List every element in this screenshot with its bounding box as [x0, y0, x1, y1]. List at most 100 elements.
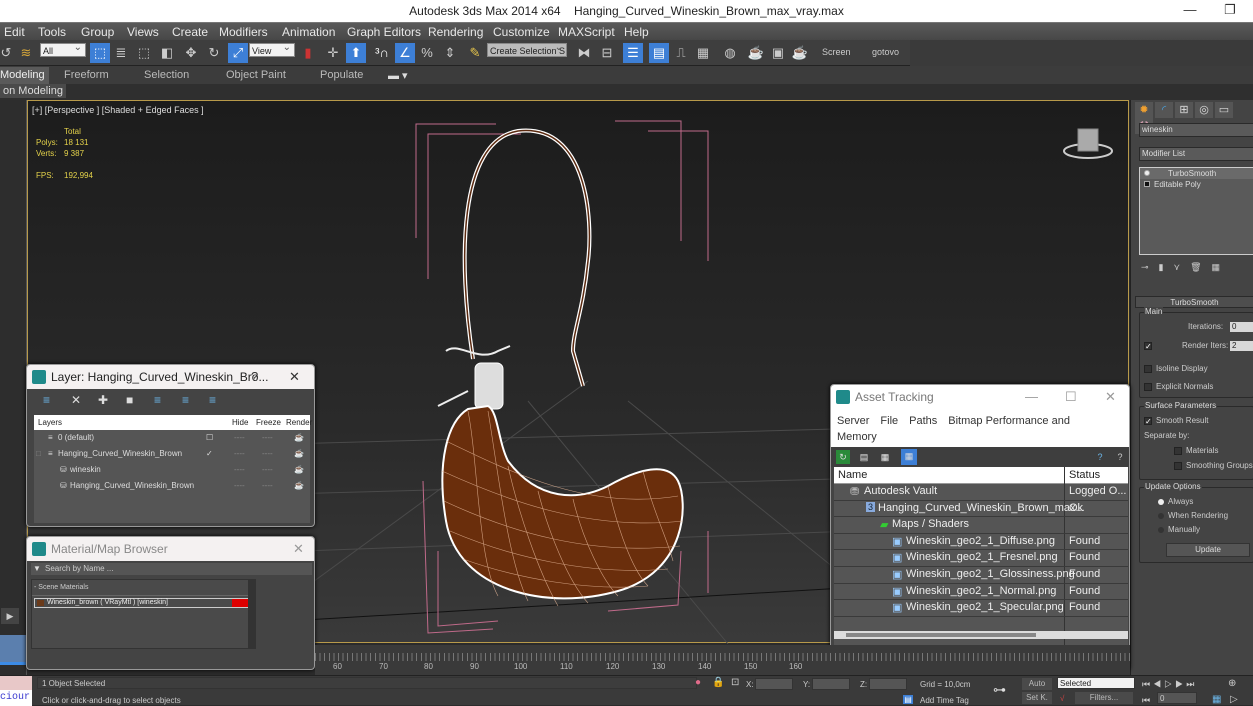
named-selection-dropdown[interactable]: Create Selection S — [487, 41, 567, 57]
display-tab-icon[interactable]: ▭ — [1215, 102, 1233, 118]
remove-modifier-icon[interactable]: 🗑 — [1190, 262, 1211, 272]
maximize-button[interactable]: ☐ — [1065, 385, 1077, 409]
freeze-toggle[interactable]: ---- — [262, 465, 273, 474]
freeze-toggle[interactable]: ---- — [262, 449, 273, 458]
restore-button[interactable]: ❐ — [1215, 2, 1245, 20]
key-mode-icon[interactable]: ⏮ — [1142, 695, 1150, 706]
absolute-mode-icon[interactable]: ⊡ — [731, 677, 739, 688]
goto-end-icon[interactable]: ⏭ — [1186, 679, 1197, 689]
render-teapot-icon[interactable]: ☕ — [294, 433, 304, 442]
table-view-icon[interactable]: ▦ — [901, 449, 917, 465]
update-button[interactable]: Update — [1166, 543, 1250, 557]
select-in-layer-icon[interactable]: ■ — [126, 393, 133, 407]
refresh-icon[interactable]: ↻ — [836, 450, 850, 464]
z-coord-field[interactable] — [869, 678, 907, 690]
scene-materials-section[interactable]: - Scene Materials — [32, 580, 253, 596]
hide-toggle[interactable]: ---- — [234, 433, 245, 442]
minimize-button[interactable]: — — [1175, 2, 1205, 20]
make-unique-icon[interactable]: ⋎ — [1174, 262, 1191, 272]
tab-object-paint[interactable]: Object Paint — [226, 69, 286, 81]
search-options-icon[interactable]: ▼ — [33, 564, 41, 573]
layer-row[interactable]: ≡ 0 (default) ☐ ---- ---- ☕ — [34, 430, 310, 446]
field-of-view-icon[interactable]: ▷ — [1230, 694, 1238, 705]
menu-customize[interactable]: Customize — [493, 25, 550, 39]
help-button[interactable]: ? — [251, 365, 258, 389]
asset-row[interactable]: ⛃ Autodesk Vault Logged O... — [834, 484, 1128, 501]
hierarchy-tab-icon[interactable]: ⊞ — [1175, 102, 1193, 118]
selection-filter-dropdown[interactable]: All — [40, 41, 86, 57]
render-teapot-icon[interactable]: ☕ — [294, 481, 304, 490]
close-button[interactable]: ✕ — [289, 365, 300, 389]
prev-frame-icon[interactable]: ◀ — [1153, 679, 1164, 689]
mirror-icon[interactable]: ⧓ — [574, 43, 594, 63]
asset-row[interactable]: ▣ Wineskin_geo2_1_Diffuse.png Found — [834, 534, 1128, 551]
menu-file[interactable]: File — [880, 415, 898, 427]
curve-editor-icon[interactable]: ⎍ — [671, 43, 691, 63]
tab-populate[interactable]: Populate — [320, 69, 363, 81]
layer-row[interactable]: ⛁ Hanging_Curved_Wineskin_Brown ---- ---- ☕ — [34, 478, 310, 494]
filters-button[interactable]: Filters... — [1075, 692, 1133, 704]
show-end-result-icon[interactable]: ▮ — [1159, 262, 1174, 272]
asset-row[interactable]: ▣ Wineskin_geo2_1_Specular.png Found — [834, 600, 1128, 617]
play-icon[interactable]: ▷ — [1164, 679, 1175, 689]
asset-horizontal-scrollbar[interactable] — [834, 631, 1128, 639]
maxscript-listener-top[interactable] — [0, 676, 32, 690]
bind-space-warp-icon[interactable]: ≋ — [16, 43, 36, 63]
menu-server[interactable]: Server — [837, 415, 869, 427]
asset-row[interactable]: ▣ Wineskin_geo2_1_Normal.png Found — [834, 584, 1128, 601]
stack-item-turbosmooth[interactable]: TurboSmooth — [1140, 168, 1253, 179]
timeline[interactable]: 60 70 80 90 100 110 120 130 140 150 160 — [315, 645, 1130, 675]
auto-key-button[interactable]: Auto — [1022, 678, 1052, 690]
select-object-icon[interactable]: ⬚ — [90, 43, 110, 63]
menu-rendering[interactable]: Rendering — [428, 25, 483, 39]
move-icon[interactable]: ✥ — [181, 43, 201, 63]
smoothing-groups-checkbox[interactable] — [1174, 462, 1182, 470]
asset-row[interactable]: ▣ Wineskin_geo2_1_Fresnel.png Found — [834, 550, 1128, 567]
hide-toggle[interactable]: ---- — [234, 465, 245, 474]
render-iters-spinner[interactable]: 2 — [1230, 341, 1253, 351]
align-icon[interactable]: ⊟ — [597, 43, 617, 63]
zoom-extents-icon[interactable]: ⊕ — [1228, 678, 1236, 689]
explicit-normals-checkbox[interactable] — [1144, 383, 1152, 391]
hide-toggle[interactable]: ---- — [234, 481, 245, 490]
scale-icon[interactable]: ⤢ — [228, 43, 248, 63]
freeze-toggle[interactable]: ---- — [262, 433, 273, 442]
rect-selection-icon[interactable]: ⬚ — [134, 43, 154, 63]
asset-row[interactable]: 3 Hanging_Curved_Wineskin_Brown_max... Ok — [834, 501, 1128, 518]
close-button[interactable]: ✕ — [293, 537, 304, 561]
col-name[interactable]: Name — [838, 469, 867, 481]
pivot-center-icon[interactable]: ▮ — [298, 43, 318, 63]
tab-selection[interactable]: Selection — [144, 69, 189, 81]
modifier-list-dropdown[interactable]: Modifier List — [1139, 147, 1253, 161]
iterations-spinner[interactable]: 0 — [1230, 322, 1253, 332]
menu-views[interactable]: Views — [127, 25, 159, 39]
col-freeze[interactable]: Freeze — [256, 418, 281, 427]
render-teapot-icon[interactable]: ☕ — [294, 449, 304, 458]
reference-coord-dropdown[interactable]: View — [249, 41, 295, 57]
select-manipulate-icon[interactable]: ✛ — [323, 43, 343, 63]
col-status[interactable]: Status — [1069, 469, 1100, 481]
goto-start-icon[interactable]: ⏮ — [1142, 679, 1153, 689]
time-tag-icon[interactable]: ▤ — [903, 695, 913, 704]
layer-row[interactable]: □ ≡ Hanging_Curved_Wineskin_Brown ✓ ---- --… — [34, 446, 310, 462]
expand-arrow-icon[interactable]: ▶ — [1, 608, 19, 624]
vault-help-icon[interactable]: ? — [1113, 450, 1127, 464]
menu-group[interactable]: Group — [81, 25, 114, 39]
material-item[interactable]: Wineskin_brown ( VRayMtl ) [wineskin] — [34, 598, 251, 608]
stack-item-editable-poly[interactable]: Editable Poly — [1140, 179, 1253, 190]
minimize-button[interactable]: — — [1025, 385, 1038, 409]
ribbon-options-icon[interactable]: ▬ ▾ — [388, 69, 408, 82]
edit-named-selection-icon[interactable]: ✎ — [465, 43, 485, 63]
layer-manager-icon[interactable]: ☰ — [623, 43, 643, 63]
selection-lock-icon[interactable]: 🔒 — [712, 677, 724, 688]
material-browser-titlebar[interactable]: Material/Map Browser ✕ — [27, 537, 314, 561]
screen-label[interactable]: Screen — [822, 47, 851, 57]
modify-tab-icon[interactable]: ◜ — [1155, 102, 1173, 118]
pin-stack-icon[interactable]: ⊸ — [1141, 262, 1159, 272]
menu-tools[interactable]: Tools — [38, 25, 66, 39]
menu-help[interactable]: Help — [624, 25, 649, 39]
select-by-name-icon[interactable]: ≣ — [111, 43, 131, 63]
render-teapot-icon[interactable]: ☕ — [294, 465, 304, 474]
x-coord-field[interactable] — [755, 678, 793, 690]
menu-edit[interactable]: Edit — [4, 25, 25, 39]
